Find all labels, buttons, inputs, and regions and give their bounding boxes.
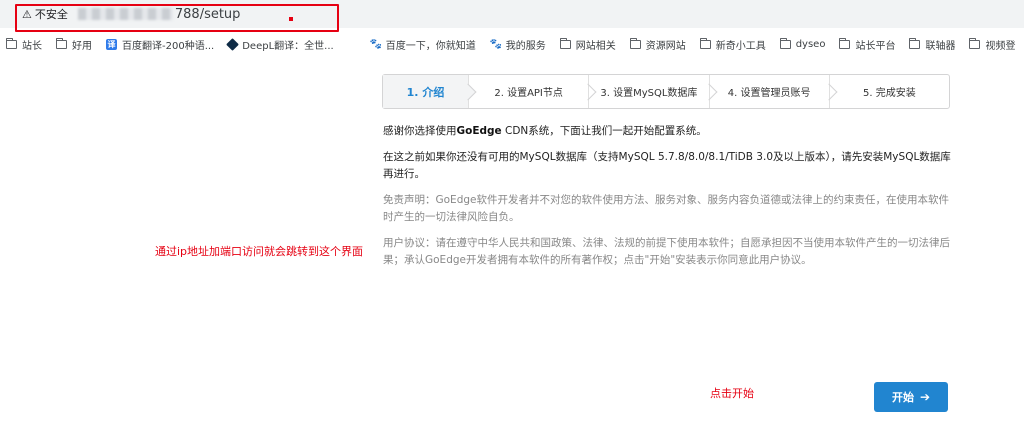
start-button[interactable]: 开始 ➔ — [874, 382, 948, 412]
annotation-highlight-box — [15, 4, 339, 32]
bookmark-item[interactable]: 联轴器 — [909, 37, 955, 52]
bookmark-item[interactable]: 新奇小工具 — [699, 37, 766, 52]
start-button-label: 开始 — [891, 391, 914, 404]
folder-icon — [559, 37, 571, 49]
folder-icon — [909, 37, 921, 49]
folder-icon — [699, 37, 711, 49]
step-api-node: 2. 设置API节点 — [469, 75, 590, 108]
intro-content: 感谢你选择使用GoEdge CDN系统，下面让我们一起开始配置系统。 在这之前如… — [383, 123, 953, 278]
paw-icon: 🐾 — [489, 38, 503, 50]
brand-name: GoEdge — [456, 125, 502, 137]
baidu-translate-icon: 译 — [106, 38, 117, 50]
step-intro: 1. 介绍 — [383, 75, 469, 108]
bookmark-item[interactable]: DeepL翻译：全世... — [226, 37, 334, 52]
folder-icon — [629, 37, 641, 49]
bookmark-item[interactable]: 网站相关 — [559, 37, 616, 52]
folder-icon — [56, 37, 67, 49]
folder-icon — [779, 37, 791, 49]
folder-icon — [6, 37, 17, 49]
step-mysql: 3. 设置MySQL数据库 — [589, 75, 710, 108]
user-agreement: 用户协议：请在遵守中华人民共和国政策、法律、法规的前提下使用本软件；自愿承担因不… — [383, 237, 950, 266]
folder-icon — [839, 37, 851, 49]
intro-text: 感谢你选择使用GoEdge CDN系统，下面让我们一起开始配置系统。 — [383, 125, 707, 137]
bookmark-item[interactable]: dyseo — [779, 37, 825, 50]
bookmark-item[interactable]: 视频登 — [969, 37, 1015, 52]
bookmark-item[interactable]: 资源网站 — [629, 37, 686, 52]
mysql-note: 在这之前如果你还没有可用的MySQL数据库（支持MySQL 5.7.8/8.0/… — [383, 151, 951, 180]
arrow-right-icon: ➔ — [919, 390, 931, 404]
disclaimer: 免责声明：GoEdge软件开发者并不对您的软件使用方法、服务对象、服务内容负道德… — [383, 194, 949, 223]
folder-icon — [969, 37, 981, 49]
annotation-click-note: 点击开始 — [710, 387, 754, 400]
bookmarks-bar: 站长 好用 译百度翻译-200种语... DeepL翻译：全世... 🐾 百度一下… — [0, 33, 1024, 55]
deepl-icon — [226, 37, 240, 51]
step-finish: 5. 完成安装 — [863, 88, 916, 99]
step-admin-account: 4. 设置管理员账号 — [710, 75, 830, 108]
setup-steps: 1. 介绍 2. 设置API节点 3. 设置MySQL数据库 4. 设置管理员账… — [382, 74, 950, 109]
bookmark-item[interactable]: 🐾 百度一下，你就知道 — [369, 37, 476, 52]
bookmark-item[interactable]: 译百度翻译-200种语... — [106, 37, 214, 52]
bookmark-item[interactable]: 站长平台 — [839, 37, 895, 52]
bookmark-item[interactable]: 站长 — [6, 37, 42, 52]
baidu-icon: 🐾 — [369, 38, 383, 50]
bookmark-item[interactable]: 好用 — [56, 37, 92, 52]
annotation-redirect-note: 通过ip地址加端口访问就会跳转到这个界面 — [155, 245, 364, 258]
bookmark-item[interactable]: 🐾 我的服务 — [489, 37, 546, 52]
